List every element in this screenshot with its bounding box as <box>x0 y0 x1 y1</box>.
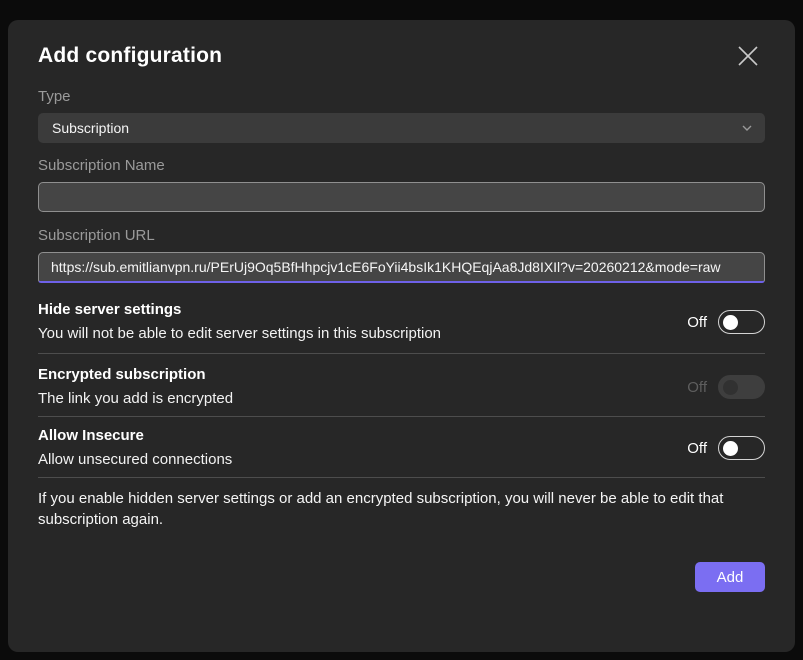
add-button[interactable]: Add <box>695 562 765 592</box>
toggle-description: You will not be able to edit server sett… <box>38 325 441 343</box>
allow-insecure-toggle[interactable] <box>718 436 765 460</box>
toggle-row-encrypted-subscription: Encrypted subscription The link you add … <box>38 354 765 417</box>
toggle-state-label: Off <box>687 379 707 396</box>
type-select-value: Subscription <box>52 120 129 136</box>
hide-server-settings-toggle[interactable] <box>718 310 765 334</box>
toggle-texts: Hide server settings You will not be abl… <box>38 301 441 343</box>
type-label: Type <box>38 88 765 106</box>
toggle-description: The link you add is encrypted <box>38 390 233 408</box>
toggle-state-label: Off <box>687 314 707 331</box>
toggle-description: Allow unsecured connections <box>38 451 232 469</box>
toggle-row-hide-server-settings: Hide server settings You will not be abl… <box>38 283 765 354</box>
toggle-control: Off <box>687 436 765 460</box>
toggle-knob <box>723 315 738 330</box>
warning-note: If you enable hidden server settings or … <box>38 488 765 530</box>
dialog-title: Add configuration <box>38 44 765 68</box>
subscription-url-label: Subscription URL <box>38 227 765 245</box>
add-configuration-dialog: Add configuration Type Subscription Subs… <box>8 20 795 652</box>
toggle-knob <box>723 380 738 395</box>
encrypted-subscription-toggle <box>718 375 765 399</box>
type-select[interactable]: Subscription <box>38 113 765 143</box>
toggle-control: Off <box>687 375 765 399</box>
toggle-knob <box>723 441 738 456</box>
chevron-down-icon <box>741 122 753 134</box>
toggle-state-label: Off <box>687 440 707 457</box>
toggle-row-allow-insecure: Allow Insecure Allow unsecured connectio… <box>38 417 765 478</box>
toggle-texts: Allow Insecure Allow unsecured connectio… <box>38 427 232 469</box>
subscription-name-label: Subscription Name <box>38 157 765 175</box>
dialog-header: Add configuration <box>38 44 765 71</box>
x-icon <box>736 44 760 68</box>
toggle-texts: Encrypted subscription The link you add … <box>38 366 233 408</box>
close-button[interactable] <box>734 42 762 70</box>
subscription-name-input[interactable] <box>38 182 765 212</box>
toggle-title: Allow Insecure <box>38 427 232 445</box>
toggle-title: Encrypted subscription <box>38 366 233 384</box>
toggle-control: Off <box>687 310 765 334</box>
subscription-url-input[interactable] <box>38 252 765 283</box>
toggle-title: Hide server settings <box>38 301 441 319</box>
